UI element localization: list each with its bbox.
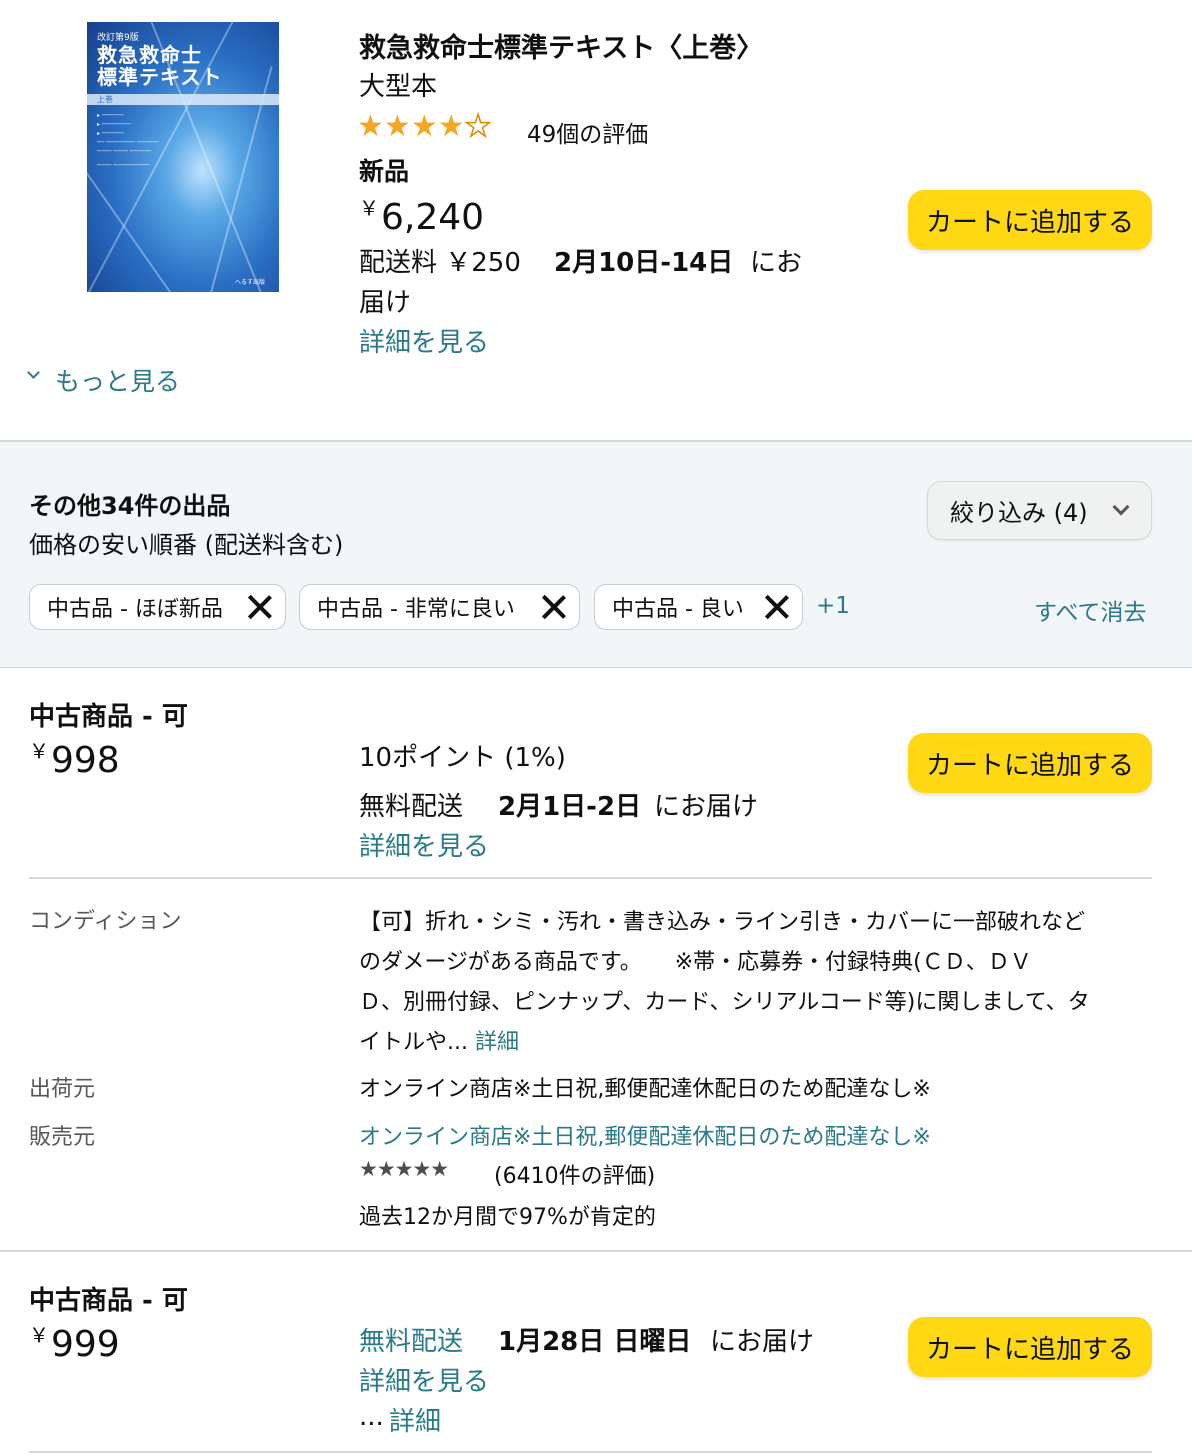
star-icon: ★ — [437, 109, 465, 144]
star-empty-icon: ★ — [464, 109, 492, 144]
shipping-fee: 配送料 ￥250 — [359, 248, 521, 278]
filter-dropdown-button[interactable]: 絞り込み (4) — [927, 481, 1152, 540]
add-to-cart-button[interactable]: カートに追加する — [908, 190, 1152, 250]
seller-link[interactable]: オンライン商店※土日祝,郵便配達休配日のため配達なし※ — [359, 1119, 931, 1151]
seller-positive-rate: 過去12か月間で97%が肯定的 — [359, 1205, 656, 1230]
cover-title: 救急救命士 標準テキスト — [97, 43, 223, 89]
delivery-dates: 2月10日-14日 — [554, 248, 734, 278]
sold-by-label: 販売元 — [29, 1125, 96, 1150]
offer-delivery-dates: 2月1日-2日 — [498, 792, 642, 822]
offer-points: 10ポイント (1%) — [359, 743, 566, 773]
product-format: 大型本 — [359, 72, 438, 102]
rating-count[interactable]: 49個の評価 — [527, 115, 648, 149]
star-icon: ★ — [410, 109, 438, 144]
product-rating-stars[interactable]: ★ ★ ★ ★ ★ — [357, 109, 492, 144]
offers-heading: その他34件の出品 — [29, 492, 231, 520]
book-cover-image[interactable]: 改訂第9版 救急救命士 標準テキスト 上巻 ▸ ────── ▸ ───────… — [87, 22, 279, 292]
offer-details-link[interactable]: 詳細を見る — [359, 1361, 489, 1398]
close-icon[interactable] — [539, 592, 569, 622]
delivery-suffix-2: 届け — [359, 288, 412, 318]
condition-label: コンディション — [29, 909, 182, 934]
add-to-cart-button[interactable]: カートに追加する — [908, 733, 1152, 793]
offer-condition: 中古商品 - 可 — [29, 1286, 188, 1316]
star-icon: ★ — [357, 109, 384, 144]
chevron-down-icon — [1112, 498, 1130, 516]
offer-shipping: 無料配送 — [359, 792, 464, 822]
seller-rating-stars: ★★★★★ — [359, 1157, 449, 1181]
chevron-down-icon[interactable] — [27, 366, 40, 379]
see-more-link[interactable]: もっと見る — [55, 362, 180, 398]
ships-from-label: 出荷元 — [29, 1077, 96, 1102]
offer-delivery-dates: 1月28日 日曜日 — [498, 1327, 692, 1357]
filter-chip[interactable]: 中古品 - 良い — [594, 584, 803, 630]
product-condition: 新品 — [359, 157, 410, 186]
offer-price: ￥999 — [29, 1323, 120, 1365]
cover-volume-band: 上巻 — [87, 94, 279, 105]
star-icon: ★ — [383, 109, 411, 144]
filter-dropdown-label: 絞り込み (4) — [950, 499, 1088, 527]
offer-more-link[interactable]: 詳細 — [389, 1401, 441, 1438]
add-to-cart-button[interactable]: カートに追加する — [908, 1317, 1152, 1377]
cover-edition: 改訂第9版 — [97, 33, 139, 43]
condition-more-link[interactable]: 詳細 — [475, 1030, 519, 1055]
seller-rating-count: (6410件の評価) — [494, 1164, 656, 1189]
offer-shipping-link[interactable]: 無料配送 — [359, 1321, 463, 1358]
close-icon[interactable] — [762, 592, 792, 622]
close-icon[interactable] — [245, 592, 275, 622]
divider — [0, 1250, 1192, 1252]
offer-price: ￥998 — [29, 739, 120, 781]
offer-ellipsis: ... — [359, 1402, 384, 1432]
filter-chip-label: 中古品 - ほぼ新品 — [47, 597, 223, 622]
product-details-link[interactable]: 詳細を見る — [359, 322, 489, 359]
delivery-suffix: にお — [750, 248, 803, 278]
clear-all-link[interactable]: すべて消去 — [1034, 593, 1146, 627]
filter-chip[interactable]: 中古品 - ほぼ新品 — [29, 584, 286, 630]
offers-sort-label: 価格の安い順番 (配送料含む) — [29, 531, 344, 559]
product-title[interactable]: 救急救命士標準テキスト〈上巻〉 — [359, 26, 763, 65]
offer-details-link[interactable]: 詳細を見る — [359, 826, 489, 863]
divider — [29, 877, 1152, 879]
cover-publisher: へるす出版 — [234, 279, 265, 286]
ships-from-value: オンライン商店※土日祝,郵便配達休配日のため配達なし※ — [359, 1077, 931, 1102]
condition-description: 【可】折れ・シミ・汚れ・書き込み・ライン引き・カバーに一部破れなど のダメージが… — [359, 910, 1090, 1055]
divider — [29, 1451, 1152, 1453]
more-chips-link[interactable]: +1 — [816, 593, 850, 619]
filter-chip-label: 中古品 - 良い — [612, 597, 744, 622]
product-price: ￥6,240 — [359, 196, 485, 238]
offer-condition: 中古商品 - 可 — [29, 702, 188, 732]
filter-chip[interactable]: 中古品 - 非常に良い — [299, 584, 580, 630]
offer-delivery-suffix: にお届け — [710, 1327, 815, 1357]
offer-delivery-suffix: にお届け — [654, 792, 759, 822]
filter-chip-label: 中古品 - 非常に良い — [317, 597, 515, 622]
